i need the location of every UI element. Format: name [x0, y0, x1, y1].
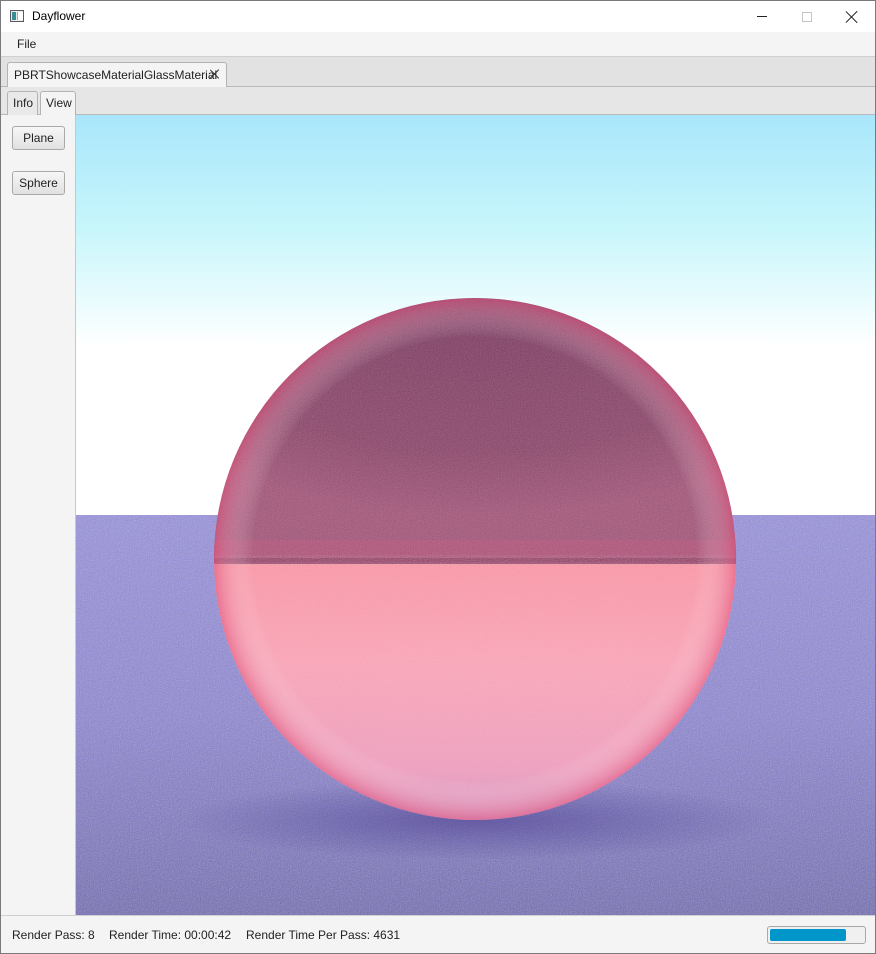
- menu-bar: File: [1, 32, 875, 57]
- plane-button[interactable]: Plane: [12, 126, 65, 150]
- render-viewport[interactable]: [76, 115, 875, 915]
- tab-view[interactable]: View: [40, 91, 76, 115]
- maximize-button[interactable]: [784, 1, 830, 32]
- minimize-button[interactable]: [739, 1, 785, 32]
- render-pass-status: Render Pass: 8: [12, 928, 95, 942]
- render-progress-bar: [767, 926, 866, 944]
- window-title: Dayflower: [32, 9, 86, 23]
- status-bar: Render Pass: 8 Render Time: 00:00:42 Ren…: [1, 915, 875, 953]
- close-icon: [846, 11, 858, 23]
- render-time-status: Render Time: 00:00:42: [109, 928, 232, 942]
- document-tab-bar: PBRTShowcaseMaterialGlassMaterial: [1, 57, 875, 87]
- render-time-per-pass-status: Render Time Per Pass: 4631: [246, 928, 401, 942]
- render-progress-fill: [770, 929, 847, 941]
- render-image: [76, 115, 875, 915]
- inner-tab-bar: Info View: [1, 87, 875, 115]
- app-window: Dayflower File PBRTShowcaseMaterialGlass…: [0, 0, 876, 954]
- app-icon: [10, 10, 24, 22]
- maximize-icon: [802, 11, 812, 22]
- tool-panel: Plane Sphere: [1, 115, 76, 915]
- document-tab-label: PBRTShowcaseMaterialGlassMaterial: [14, 68, 218, 82]
- document-tab[interactable]: PBRTShowcaseMaterialGlassMaterial: [7, 62, 227, 87]
- sphere-button[interactable]: Sphere: [12, 171, 65, 195]
- tab-info[interactable]: Info: [7, 91, 38, 115]
- menu-file[interactable]: File: [9, 35, 44, 53]
- close-button[interactable]: [829, 1, 875, 32]
- title-bar[interactable]: Dayflower: [1, 1, 875, 32]
- minimize-icon: [757, 16, 767, 17]
- close-tab-icon[interactable]: [210, 69, 220, 79]
